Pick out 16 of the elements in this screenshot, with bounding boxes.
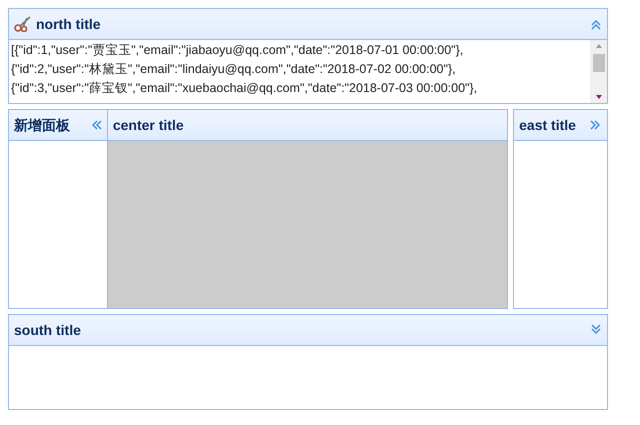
double-chevron-right-icon[interactable] <box>590 119 602 131</box>
double-chevron-down-icon[interactable] <box>590 324 602 336</box>
panel-title: south title <box>14 320 81 340</box>
double-chevron-left-icon[interactable] <box>90 119 102 131</box>
text-line: {"id":3,"user":"薛宝钗","email":"xuebaochai@qq.com","date":"2018-07-03 00:00:00"}, <box>11 80 478 97</box>
panel-title: north title <box>36 14 101 34</box>
text-line: [{"id":1,"user":"贾宝玉","email":"jiabaoyu@qq.com","date":"2018-07-01 00:00:00"}, <box>11 42 464 59</box>
panel-title: center title <box>112 116 184 134</box>
scroll-thumb[interactable] <box>592 54 604 72</box>
panel-title: 新增面板 <box>14 116 70 134</box>
scissors-icon <box>14 16 32 32</box>
panel-title: east title <box>519 116 576 134</box>
scrollbar[interactable] <box>590 40 607 103</box>
double-chevron-up-icon[interactable] <box>590 18 602 30</box>
text-line: {"id":2,"user":"林黛玉","email":"lindaiyu@qq.com","date":"2018-07-02 00:00:00"}, <box>11 61 457 78</box>
text-area[interactable] <box>9 40 607 103</box>
